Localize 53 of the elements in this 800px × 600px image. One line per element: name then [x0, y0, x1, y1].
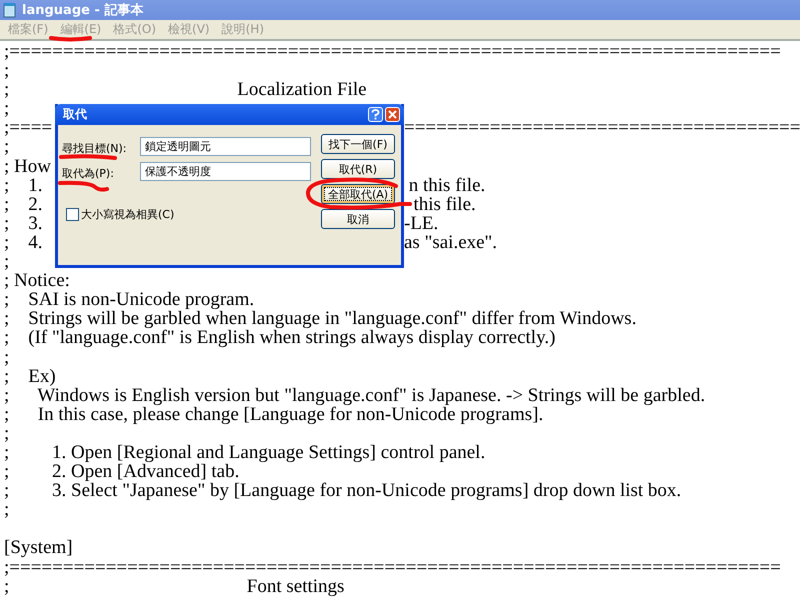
field-label: 尋找目標(N): — [62, 142, 127, 155]
text-line: ; Ex) — [4, 366, 56, 386]
text-line: ; Windows is English version but "language.conf" is Japanese. -> Strings will be garbled. — [4, 386, 706, 405]
dialog-button[interactable]: 取消 — [321, 209, 395, 229]
underline-mark — [59, 154, 117, 160]
text-line: as "sai.exe". — [404, 232, 498, 252]
text-line: ; How — [4, 156, 51, 176]
text-line: ; (If "language.conf" is English when strings always display correctly.) — [4, 328, 556, 348]
question-icon — [371, 109, 380, 120]
dialog-button[interactable]: 找下一個(F) — [321, 134, 395, 154]
dialog-button[interactable]: 全部取代(A) — [321, 184, 395, 204]
text-line: [System] — [4, 538, 73, 558]
dialog-button[interactable]: 取代(R) — [321, 159, 395, 179]
checkbox-label: 大小寫視為相異(C) — [81, 207, 174, 222]
text-line: ; Strings will be garbled when language in "language.conf" differ from Windows. — [4, 309, 636, 328]
field-label: 取代為(P): — [62, 167, 114, 180]
text-line: ; 1. Open [Regional and Language Settings] control panel. — [4, 442, 486, 462]
underline-mark — [58, 180, 109, 192]
checkbox[interactable] — [66, 208, 79, 221]
text-line: ; — [4, 61, 10, 80]
text-line: ; — [4, 99, 10, 118]
text-line: ; — [4, 424, 10, 443]
text-line: ; — [4, 137, 10, 157]
text-line: ; 3. Select "Japanese" by [Language for non-Unicode programs] drop down list box. — [4, 481, 682, 500]
text-line: ; 4. — [4, 232, 43, 252]
text-line: ; — [4, 348, 10, 367]
text-line: ;==== — [4, 118, 52, 138]
text-line: ; SAI is non-Unicode program. — [4, 290, 254, 310]
text-line: ;======================================================================== — [4, 42, 781, 62]
text-line: ; Localization File — [4, 80, 367, 100]
text-line: ; — [4, 252, 10, 272]
text-line: ; 3. — [4, 214, 43, 233]
text-line: n this file. — [408, 176, 486, 195]
text-line: ; 2. Open [Advanced] tab. — [4, 462, 240, 482]
text-line: ; In this case, please change [Language for non-Unicode programs]. — [4, 404, 544, 424]
text-line: this file. — [412, 194, 476, 214]
close-button[interactable] — [385, 107, 400, 122]
window-title: language - 記事本 — [22, 2, 144, 19]
help-button[interactable] — [368, 107, 383, 122]
notepad-icon — [3, 2, 17, 18]
text-line: ;======================================================================== — [4, 558, 781, 577]
text-input[interactable]: 鎖定透明圖元 — [140, 137, 311, 156]
text-line: ; Font settings — [4, 576, 344, 596]
text-line: ===================================== — [404, 118, 800, 138]
underline-mark — [49, 36, 92, 42]
close-icon — [388, 110, 397, 119]
text-line: ; Notice: — [4, 271, 70, 290]
dialog-title: 取代 — [63, 106, 88, 123]
text-line: ; 1. — [4, 176, 43, 195]
text-line: -LE. — [404, 214, 438, 233]
text-line: ; — [4, 500, 10, 520]
text-input[interactable]: 保護不透明度 — [140, 162, 311, 181]
text-line: ; 2. — [4, 194, 43, 214]
